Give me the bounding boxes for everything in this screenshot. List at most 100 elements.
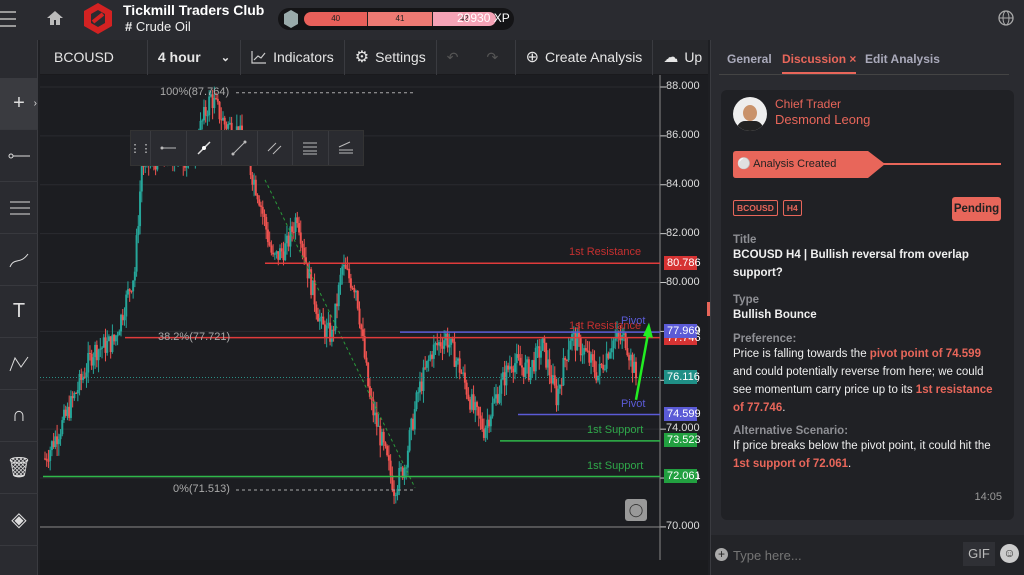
parallel-line-button[interactable] — [258, 131, 293, 165]
crosshair-tool[interactable]: + › — [0, 78, 38, 130]
price-chart[interactable]: 100%(87.764) 38.2%(77.721) 0%(71.513) 1s… — [40, 75, 708, 560]
candle-body — [216, 98, 219, 102]
horizontal-ray-button[interactable] — [151, 131, 187, 165]
candle-body — [132, 280, 135, 292]
tickmill-logo — [84, 3, 112, 34]
create-analysis-button[interactable]: ⊕ Create Analysis — [516, 39, 654, 75]
trend-line-selected-button[interactable] — [187, 131, 222, 165]
emoji-icon[interactable]: ☺ — [1000, 544, 1019, 563]
candle-body — [208, 96, 211, 116]
candle-body — [221, 117, 224, 121]
message-input[interactable] — [733, 544, 953, 566]
lightbulb-button[interactable]: ◯ — [625, 499, 647, 521]
analysis-card: Chief Trader Desmond Leong ⚪ Analysis Cr… — [721, 90, 1014, 520]
tab-edit-analysis[interactable]: Edit Analysis — [865, 52, 940, 66]
candle-body — [113, 334, 116, 342]
candle-body — [526, 359, 529, 363]
candle-body — [358, 308, 361, 325]
redo-icon[interactable]: ↷ — [486, 49, 498, 66]
candle-body — [342, 264, 345, 267]
candle-body — [564, 357, 567, 360]
panel-resize-handle[interactable] — [707, 302, 710, 316]
candle-body — [303, 247, 306, 258]
candle-body — [631, 354, 634, 373]
candle-body — [349, 278, 352, 288]
candle-body — [215, 97, 218, 99]
candle-body — [565, 359, 568, 361]
trend-line-button[interactable] — [222, 131, 258, 165]
candle-body — [598, 363, 601, 376]
candle-body — [408, 430, 411, 451]
candle-body — [617, 333, 620, 337]
fib-38-label: 38.2%(77.721) — [158, 331, 231, 343]
magnet-tool[interactable]: ∩ — [0, 390, 38, 442]
layers-tool[interactable]: ◈ — [0, 494, 38, 546]
candle-body — [434, 343, 437, 345]
timeframe-dropdown[interactable]: 4 hour ⌄ — [148, 39, 242, 75]
candle-body — [130, 291, 133, 293]
pattern-tool[interactable] — [0, 338, 38, 390]
avatar[interactable] — [733, 97, 767, 131]
candle-body — [69, 396, 72, 418]
tab-general[interactable]: General — [727, 52, 772, 66]
fib-fan-icon — [338, 141, 353, 154]
candle-body — [572, 333, 575, 335]
candle-body — [439, 342, 442, 347]
candle-body — [431, 354, 434, 359]
candle-body — [56, 436, 59, 445]
tab-discussion[interactable]: Discussion × — [782, 52, 857, 74]
hamburger-icon[interactable] — [0, 11, 16, 27]
delete-tool[interactable]: 🗑 — [0, 442, 38, 494]
candle-body — [52, 441, 55, 448]
candle-body — [137, 226, 140, 236]
level-segment: 40 — [304, 12, 369, 26]
add-attachment-icon[interactable]: + — [715, 548, 728, 561]
horizontal-line-tool[interactable] — [0, 130, 38, 182]
candle-body — [298, 223, 301, 233]
fib-fan-button[interactable] — [329, 131, 364, 165]
drag-handle-icon[interactable]: ⋮⋮ — [130, 131, 152, 165]
candle-body — [543, 338, 546, 343]
candle-body — [413, 409, 416, 430]
candle-body — [446, 333, 449, 348]
close-icon[interactable]: × — [849, 52, 856, 66]
candle-body — [531, 360, 534, 368]
candle-body — [332, 329, 335, 331]
upload-button[interactable]: ☁ Up — [653, 40, 708, 75]
candle-body — [375, 412, 378, 427]
candle-body — [49, 450, 52, 461]
timeframe-tag: H4 — [782, 200, 802, 216]
candle-body — [135, 235, 138, 272]
level-segment: 41 — [368, 12, 433, 26]
candle-body — [102, 337, 105, 348]
candle-body — [45, 458, 48, 461]
text-tool[interactable]: T — [0, 286, 38, 338]
candle-body — [223, 117, 226, 125]
brush-tool[interactable] — [0, 234, 38, 286]
banner-text: ⚪ Analysis Created — [737, 157, 836, 170]
indicators-button[interactable]: Indicators — [241, 39, 345, 75]
fib-tool[interactable] — [0, 182, 38, 234]
fib-retracement-button[interactable] — [293, 131, 329, 165]
gif-button[interactable]: GIF — [963, 542, 995, 566]
candle-body — [106, 340, 109, 353]
candle-body — [97, 349, 100, 361]
globe-icon[interactable] — [998, 10, 1014, 26]
symbol-selector[interactable]: BCOUSD — [40, 39, 148, 75]
candle-body — [472, 394, 475, 411]
candle-body — [204, 106, 207, 116]
time-axis[interactable] — [40, 560, 708, 575]
settings-button[interactable]: ⚙ Settings — [345, 39, 437, 75]
candle-body — [515, 354, 518, 364]
home-icon[interactable] — [46, 10, 64, 26]
candle-body — [387, 455, 390, 461]
create-analysis-label: Create Analysis — [545, 49, 643, 65]
candle-body — [78, 373, 81, 391]
undo-icon[interactable]: ↶ — [447, 49, 459, 66]
channel-name[interactable]: # Crude Oil — [125, 19, 191, 34]
chevron-right-icon[interactable]: › — [34, 98, 37, 109]
candle-body — [344, 264, 347, 269]
candle-body — [536, 346, 539, 348]
candle-body — [299, 232, 302, 244]
author-name[interactable]: Desmond Leong — [775, 112, 870, 127]
